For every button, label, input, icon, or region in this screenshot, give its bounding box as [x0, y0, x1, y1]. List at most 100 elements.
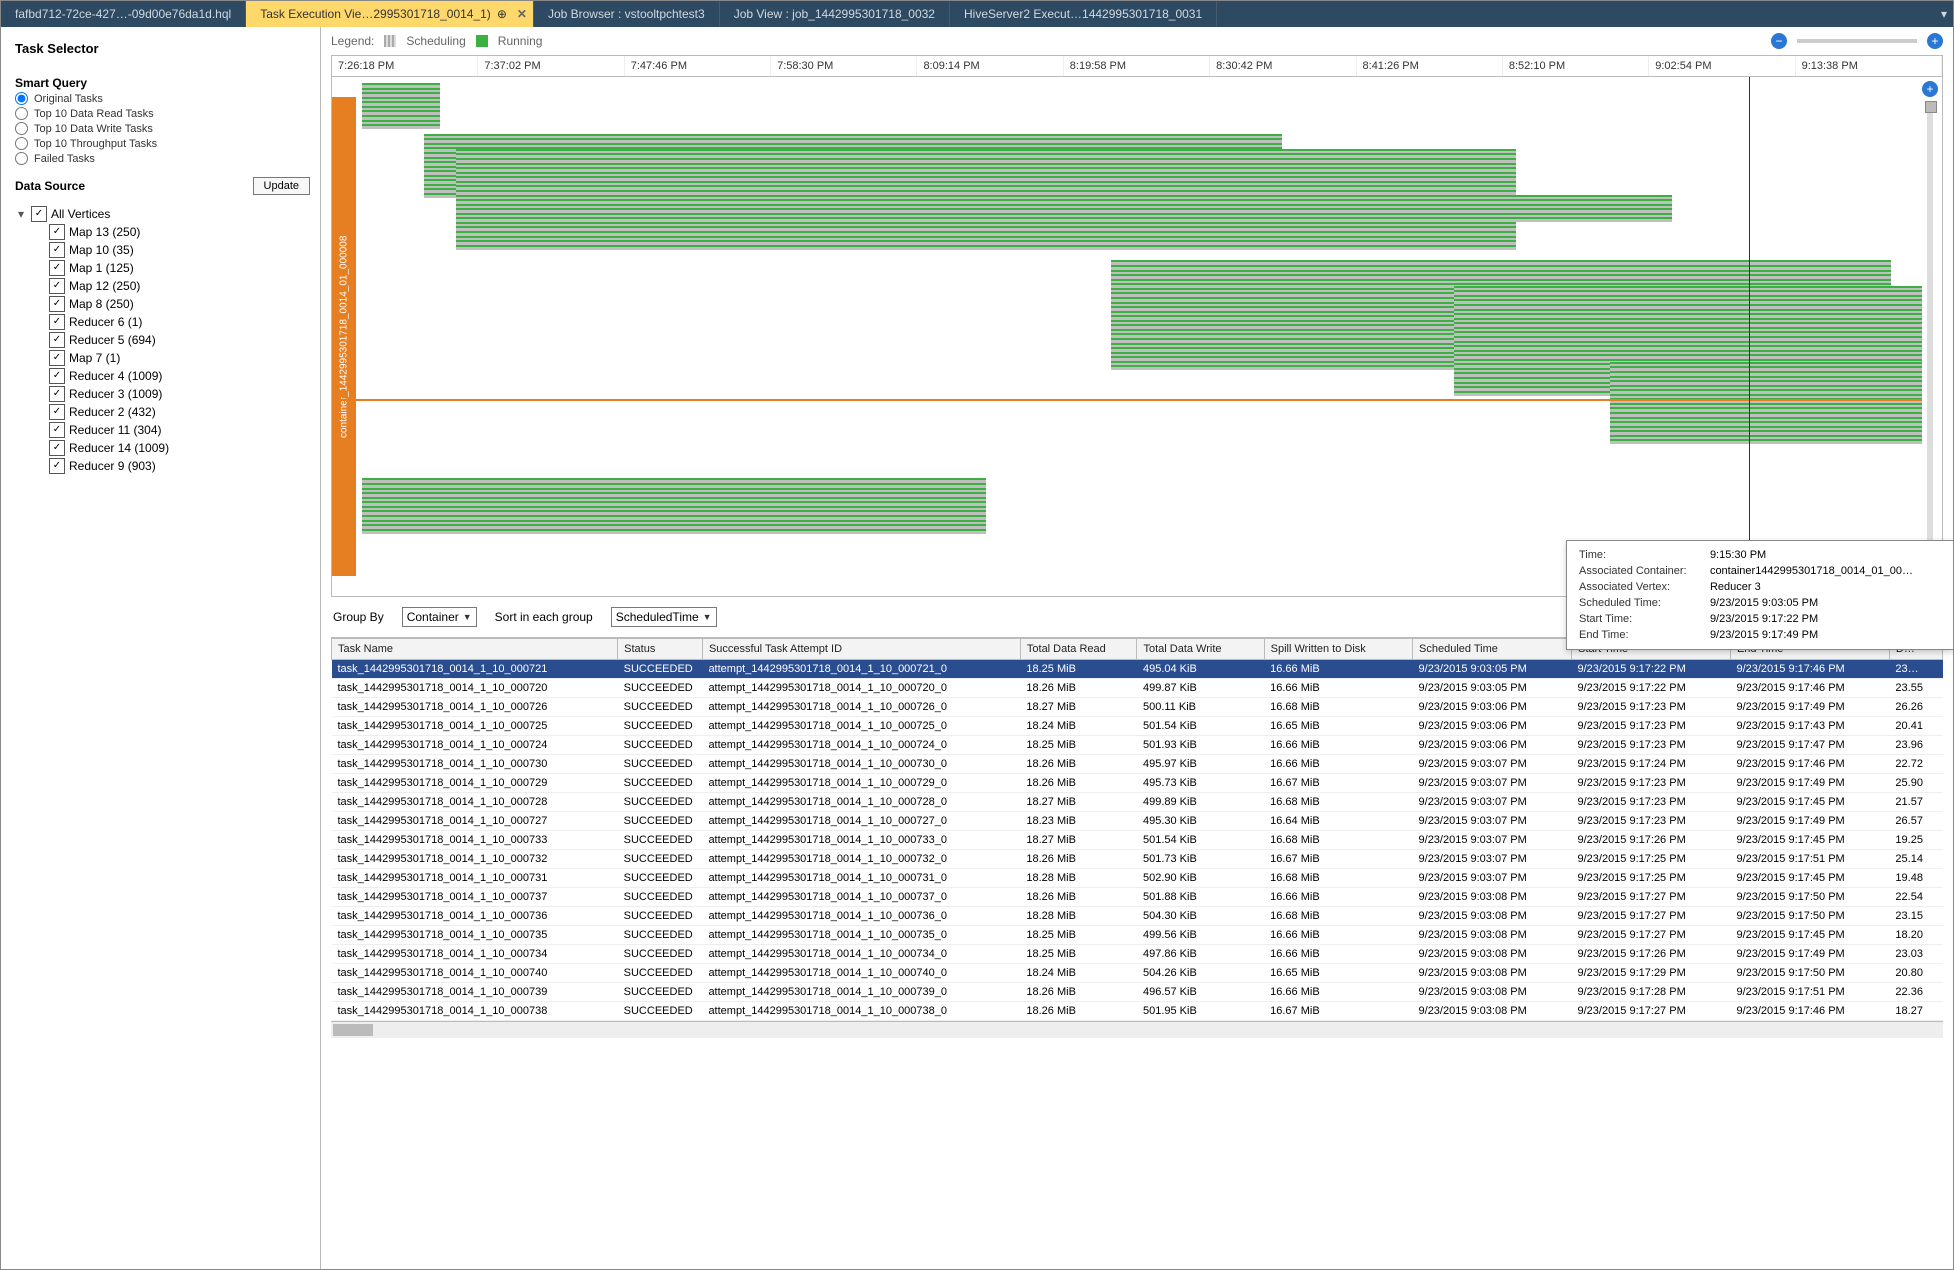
checkbox-icon[interactable]: ✓: [49, 368, 65, 384]
checkbox-icon[interactable]: ✓: [49, 350, 65, 366]
table-row[interactable]: task_1442995301718_0014_1_10_000734SUCCE…: [332, 945, 1943, 964]
tree-node[interactable]: ✓Reducer 6 (1): [49, 313, 310, 331]
query-option-0[interactable]: Original Tasks: [15, 92, 310, 105]
checkbox-icon[interactable]: ✓: [49, 440, 65, 456]
group-by-select[interactable]: Container ▼: [402, 607, 477, 627]
checkbox-icon[interactable]: ✓: [49, 242, 65, 258]
gantt-bar[interactable]: [362, 124, 440, 129]
legend-scheduling-label: Scheduling: [406, 34, 465, 48]
horizontal-scrollbar[interactable]: [331, 1021, 1943, 1038]
column-header[interactable]: Successful Task Attempt ID: [702, 639, 1020, 660]
table-row[interactable]: task_1442995301718_0014_1_10_000724SUCCE…: [332, 736, 1943, 755]
update-button[interactable]: Update: [253, 177, 310, 195]
gantt-bar[interactable]: [362, 529, 986, 534]
table-row[interactable]: task_1442995301718_0014_1_10_000732SUCCE…: [332, 850, 1943, 869]
table-row[interactable]: task_1442995301718_0014_1_10_000730SUCCE…: [332, 755, 1943, 774]
checkbox-icon[interactable]: ✓: [49, 314, 65, 330]
table-row[interactable]: task_1442995301718_0014_1_10_000737SUCCE…: [332, 888, 1943, 907]
checkbox-icon[interactable]: ✓: [49, 458, 65, 474]
checkbox-icon[interactable]: ✓: [49, 296, 65, 312]
query-option-4[interactable]: Failed Tasks: [15, 152, 310, 165]
tree-node[interactable]: ✓Reducer 5 (694): [49, 331, 310, 349]
tree-root[interactable]: ▾ ✓ All Vertices: [15, 205, 310, 223]
table-row[interactable]: task_1442995301718_0014_1_10_000726SUCCE…: [332, 698, 1943, 717]
zoom-in-icon[interactable]: +: [1927, 33, 1943, 49]
table-row[interactable]: task_1442995301718_0014_1_10_000720SUCCE…: [332, 679, 1943, 698]
table-row[interactable]: task_1442995301718_0014_1_10_000740SUCCE…: [332, 964, 1943, 983]
column-header[interactable]: Total Data Read: [1020, 639, 1137, 660]
vertex-tree[interactable]: ▾ ✓ All Vertices ✓Map 13 (250)✓Map 10 (3…: [15, 205, 310, 1259]
task-grid[interactable]: Task NameStatusSuccessful Task Attempt I…: [331, 637, 1943, 1259]
radio-input[interactable]: [15, 152, 28, 165]
v-zoom-slider[interactable]: [1927, 101, 1933, 554]
table-row[interactable]: task_1442995301718_0014_1_10_000738SUCCE…: [332, 1002, 1943, 1021]
tab-3[interactable]: Job View : job_1442995301718_0032: [720, 1, 950, 27]
column-header[interactable]: Task Name: [332, 639, 618, 660]
table-row[interactable]: task_1442995301718_0014_1_10_000729SUCCE…: [332, 774, 1943, 793]
checkbox-icon[interactable]: ✓: [49, 278, 65, 294]
table-row[interactable]: task_1442995301718_0014_1_10_000733SUCCE…: [332, 831, 1943, 850]
radio-input[interactable]: [15, 137, 28, 150]
zoom-out-icon[interactable]: −: [1771, 33, 1787, 49]
table-cell: 26.26: [1889, 698, 1942, 717]
tab-2[interactable]: Job Browser : vstooltpchtest3: [534, 1, 720, 27]
table-cell: 9/23/2015 9:03:07 PM: [1413, 850, 1572, 869]
tab-1[interactable]: Task Execution Vie…2995301718_0014_1)⊕✕: [246, 1, 534, 27]
checkbox-icon[interactable]: ✓: [49, 422, 65, 438]
time-cursor[interactable]: [1749, 77, 1750, 596]
table-row[interactable]: task_1442995301718_0014_1_10_000728SUCCE…: [332, 793, 1943, 812]
tree-node[interactable]: ✓Map 10 (35): [49, 241, 310, 259]
v-zoom-in-icon[interactable]: +: [1922, 81, 1938, 97]
table-row[interactable]: task_1442995301718_0014_1_10_000721SUCCE…: [332, 660, 1943, 679]
checkbox-icon[interactable]: ✓: [49, 404, 65, 420]
radio-input[interactable]: [15, 107, 28, 120]
tab-overflow-icon[interactable]: ▾: [1935, 1, 1953, 27]
gantt-bar[interactable]: [1610, 439, 1922, 444]
tab-0[interactable]: fafbd712-72ce-427…-09d00e76da1d.hql: [1, 1, 246, 27]
table-row[interactable]: task_1442995301718_0014_1_10_000731SUCCE…: [332, 869, 1943, 888]
table-row[interactable]: task_1442995301718_0014_1_10_000727SUCCE…: [332, 812, 1943, 831]
tree-node[interactable]: ✓Map 1 (125): [49, 259, 310, 277]
tree-twisty-icon[interactable]: ▾: [15, 208, 27, 220]
gantt-chart[interactable]: container_1442995301718_0014_01_000008 +…: [332, 77, 1942, 596]
tree-node[interactable]: ✓Reducer 3 (1009): [49, 385, 310, 403]
query-option-2[interactable]: Top 10 Data Write Tasks: [15, 122, 310, 135]
tree-node[interactable]: ✓Map 7 (1): [49, 349, 310, 367]
tree-node[interactable]: ✓Map 13 (250): [49, 223, 310, 241]
column-header[interactable]: Status: [618, 639, 703, 660]
radio-input[interactable]: [15, 92, 28, 105]
column-header[interactable]: Scheduled Time: [1413, 639, 1572, 660]
tree-node[interactable]: ✓Reducer 4 (1009): [49, 367, 310, 385]
checkbox-icon[interactable]: ✓: [49, 386, 65, 402]
zoom-slider[interactable]: [1797, 39, 1917, 43]
checkbox-icon[interactable]: ✓: [31, 206, 47, 222]
checkbox-icon[interactable]: ✓: [49, 332, 65, 348]
table-row[interactable]: task_1442995301718_0014_1_10_000725SUCCE…: [332, 717, 1943, 736]
table-row[interactable]: task_1442995301718_0014_1_10_000739SUCCE…: [332, 983, 1943, 1002]
tree-node[interactable]: ✓Reducer 2 (432): [49, 403, 310, 421]
tree-node[interactable]: ✓Reducer 14 (1009): [49, 439, 310, 457]
column-header[interactable]: Spill Written to Disk: [1264, 639, 1412, 660]
query-option-1[interactable]: Top 10 Data Read Tasks: [15, 107, 310, 120]
tree-node[interactable]: ✓Reducer 9 (903): [49, 457, 310, 475]
tree-node[interactable]: ✓Map 8 (250): [49, 295, 310, 313]
tab-4[interactable]: HiveServer2 Execut…1442995301718_0031: [950, 1, 1217, 27]
gantt-bar[interactable]: [456, 245, 1517, 250]
table-cell: 9/23/2015 9:17:50 PM: [1730, 888, 1889, 907]
gantt-bar[interactable]: [580, 217, 1672, 222]
table-row[interactable]: task_1442995301718_0014_1_10_000736SUCCE…: [332, 907, 1943, 926]
radio-input[interactable]: [15, 122, 28, 135]
table-cell: 9/23/2015 9:17:49 PM: [1730, 812, 1889, 831]
tree-node[interactable]: ✓Reducer 11 (304): [49, 421, 310, 439]
query-option-3[interactable]: Top 10 Throughput Tasks: [15, 137, 310, 150]
sort-select[interactable]: ScheduledTime ▼: [611, 607, 717, 627]
checkbox-icon[interactable]: ✓: [49, 260, 65, 276]
close-icon[interactable]: ✕: [517, 7, 527, 21]
column-header[interactable]: Total Data Write: [1137, 639, 1264, 660]
table-cell: 9/23/2015 9:17:25 PM: [1571, 869, 1730, 888]
tree-node[interactable]: ✓Map 12 (250): [49, 277, 310, 295]
pin-icon[interactable]: ⊕: [497, 7, 507, 21]
table-row[interactable]: task_1442995301718_0014_1_10_000735SUCCE…: [332, 926, 1943, 945]
checkbox-icon[interactable]: ✓: [49, 224, 65, 240]
table-cell: 9/23/2015 9:03:06 PM: [1413, 717, 1572, 736]
